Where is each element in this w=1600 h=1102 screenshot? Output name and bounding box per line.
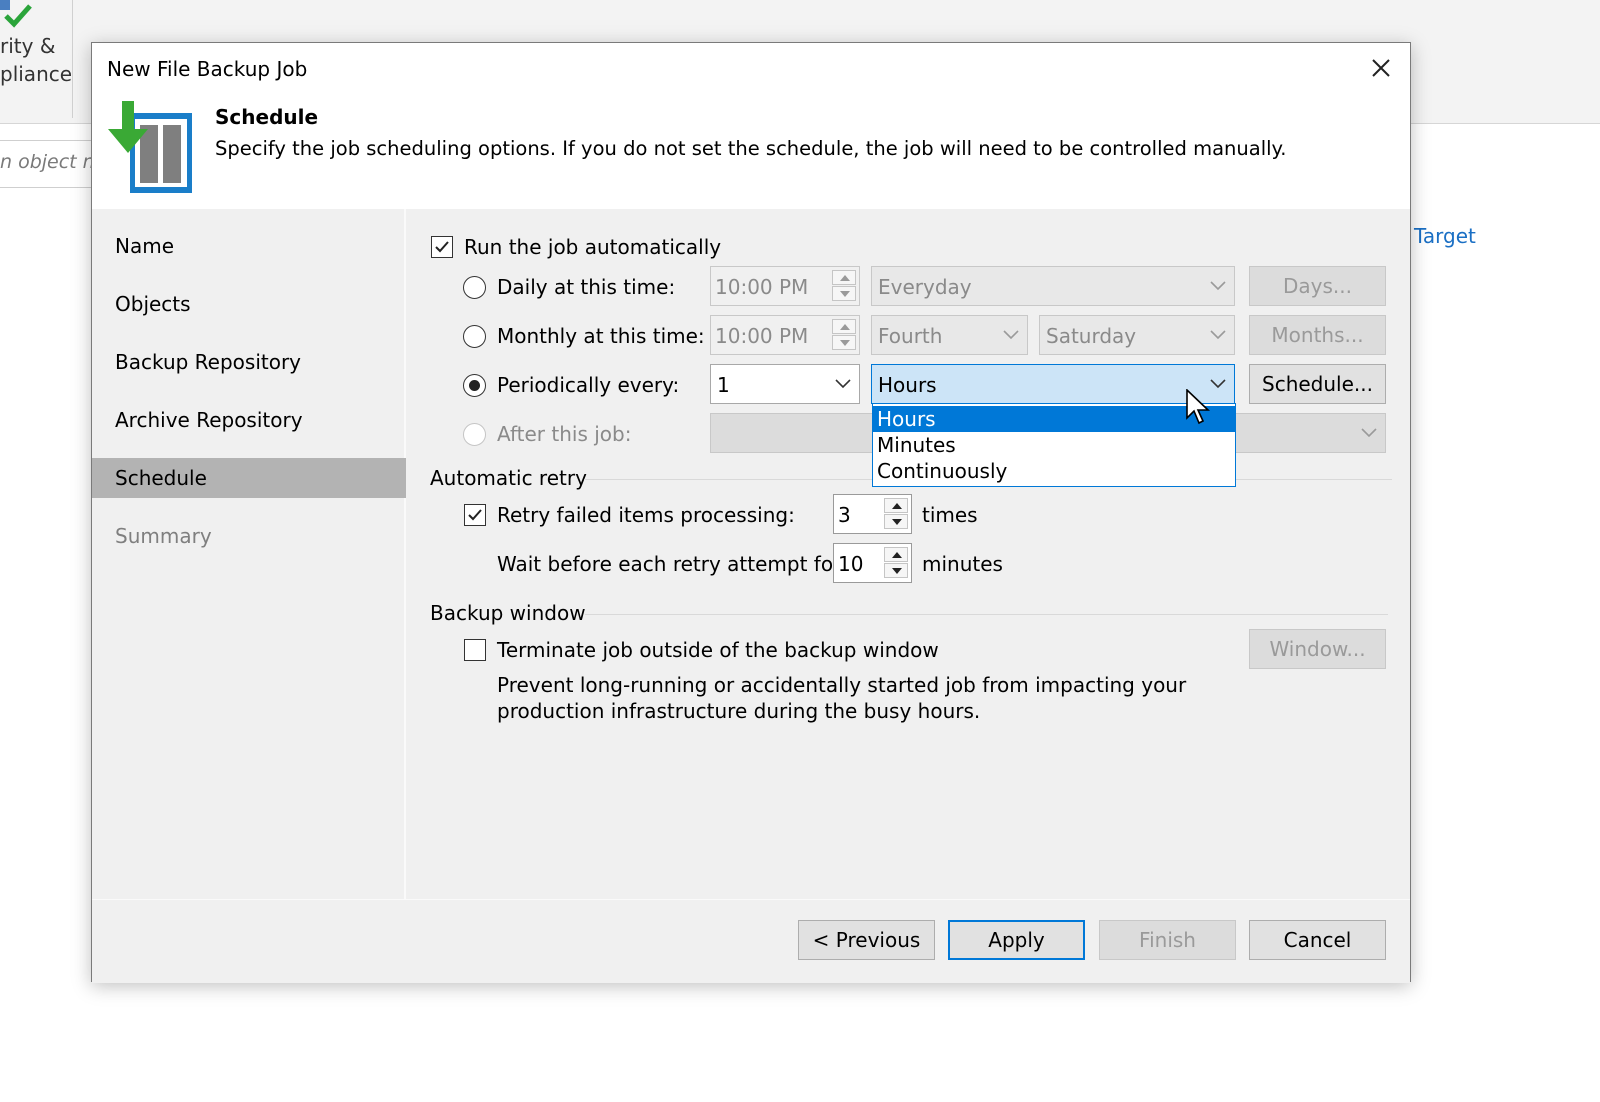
- nav-item-schedule[interactable]: Schedule: [92, 458, 406, 498]
- dialog-footer: < Previous Apply Finish Cancel: [92, 899, 1410, 983]
- cancel-button[interactable]: Cancel: [1249, 920, 1386, 960]
- retry-unit-label: times: [922, 503, 978, 527]
- nav-item-objects[interactable]: Objects: [92, 284, 406, 324]
- spin-up-icon: [892, 503, 902, 509]
- chevron-down-icon: [1003, 330, 1019, 340]
- file-backup-job-icon: [108, 101, 192, 193]
- daily-days-combo[interactable]: Everyday: [871, 266, 1235, 306]
- window-button[interactable]: Window...: [1249, 629, 1386, 669]
- backup-window-description-line2: production infrastructure during the bus…: [497, 699, 981, 723]
- run-automatically-checkbox[interactable]: [431, 236, 453, 258]
- retry-count-spinner[interactable]: [884, 498, 908, 530]
- retry-failed-label: Retry failed items processing:: [497, 503, 795, 527]
- new-file-backup-job-dialog: New File Backup Job Schedule Specify the…: [91, 42, 1411, 983]
- spin-down-icon: [840, 340, 850, 346]
- header-description: Specify the job scheduling options. If y…: [215, 137, 1287, 160]
- chevron-down-icon: [1210, 379, 1226, 389]
- monthly-label: Monthly at this time:: [497, 324, 705, 348]
- schedule-button[interactable]: Schedule...: [1249, 364, 1386, 404]
- checkmark-icon: [435, 241, 449, 253]
- dialog-titlebar: New File Backup Job: [92, 43, 1410, 91]
- run-automatically-label: Run the job automatically: [464, 235, 722, 259]
- retry-failed-checkbox[interactable]: [464, 504, 486, 526]
- days-button[interactable]: Days...: [1249, 266, 1386, 306]
- monthly-week-combo[interactable]: Fourth: [871, 315, 1028, 355]
- retry-count-stepper[interactable]: 3: [833, 494, 912, 534]
- wizard-nav: Name Objects Backup Repository Archive R…: [92, 209, 406, 899]
- spin-up-icon: [892, 552, 902, 558]
- daily-label: Daily at this time:: [497, 275, 676, 299]
- spin-down-icon: [892, 519, 902, 525]
- terminate-job-checkbox[interactable]: [464, 639, 486, 661]
- periodically-radio[interactable]: [463, 374, 486, 397]
- previous-button[interactable]: < Previous: [798, 920, 935, 960]
- daily-radio[interactable]: [463, 276, 486, 299]
- background-target-link[interactable]: Target: [1414, 224, 1476, 248]
- monthly-radio[interactable]: [463, 325, 486, 348]
- chevron-down-icon: [1210, 281, 1226, 291]
- group-divider: [585, 614, 1388, 615]
- nav-item-archive-repository[interactable]: Archive Repository: [92, 400, 406, 440]
- backup-window-group-label: Backup window: [430, 601, 586, 625]
- monthly-time-field[interactable]: 10:00 PM: [710, 315, 860, 355]
- chevron-down-icon: [835, 379, 851, 389]
- automatic-retry-group-label: Automatic retry: [430, 466, 587, 490]
- nav-item-summary[interactable]: Summary: [92, 516, 406, 556]
- dropdown-option-minutes[interactable]: Minutes: [873, 432, 1235, 458]
- mouse-cursor-icon: [1186, 389, 1210, 425]
- monthly-day-combo[interactable]: Saturday: [1039, 315, 1235, 355]
- nav-item-name[interactable]: Name: [92, 226, 406, 266]
- daily-time-spinner[interactable]: [832, 270, 856, 302]
- dropdown-option-hours[interactable]: Hours: [873, 406, 1235, 432]
- wait-minutes-stepper[interactable]: 10: [833, 543, 912, 583]
- dialog-header: Schedule Specify the job scheduling opti…: [92, 91, 1410, 209]
- background-search-input[interactable]: n object n: [0, 140, 95, 188]
- periodically-label: Periodically every:: [497, 373, 680, 397]
- radio-selected-dot: [468, 379, 480, 391]
- terminate-job-label: Terminate job outside of the backup wind…: [497, 638, 939, 662]
- wait-minutes-spinner[interactable]: [884, 547, 908, 579]
- ribbon-button-label[interactable]: rity & pliance: [0, 32, 72, 88]
- close-icon: [1372, 59, 1390, 77]
- spin-down-icon: [892, 568, 902, 574]
- unit-dropdown-list: Hours Minutes Continuously: [872, 403, 1236, 487]
- spin-up-icon: [840, 324, 850, 330]
- backup-window-description-line1: Prevent long-running or accidentally sta…: [497, 673, 1187, 697]
- dialog-title: New File Backup Job: [107, 57, 308, 81]
- dropdown-option-continuously[interactable]: Continuously: [873, 458, 1235, 484]
- finish-button[interactable]: Finish: [1099, 920, 1236, 960]
- security-compliance-icon[interactable]: [0, 0, 34, 30]
- checkmark-icon: [468, 509, 482, 521]
- apply-button[interactable]: Apply: [948, 920, 1085, 960]
- months-button[interactable]: Months...: [1249, 315, 1386, 355]
- spin-up-icon: [840, 275, 850, 281]
- wait-unit-label: minutes: [922, 552, 1003, 576]
- periodically-unit-combo[interactable]: Hours: [871, 364, 1235, 404]
- daily-time-field[interactable]: 10:00 PM: [710, 266, 860, 306]
- periodically-value-combo[interactable]: 1: [710, 364, 860, 404]
- after-job-radio[interactable]: [463, 423, 486, 446]
- chevron-down-icon: [1361, 428, 1377, 438]
- ribbon-separator: [72, 0, 73, 118]
- after-job-label: After this job:: [497, 422, 632, 446]
- header-title: Schedule: [215, 105, 319, 129]
- monthly-time-spinner[interactable]: [832, 319, 856, 351]
- chevron-down-icon: [1210, 330, 1226, 340]
- close-button[interactable]: [1364, 51, 1398, 85]
- schedule-content: Run the job automatically Daily at this …: [408, 209, 1410, 899]
- spin-down-icon: [840, 291, 850, 297]
- wait-retry-label: Wait before each retry attempt for:: [497, 552, 848, 576]
- nav-item-backup-repository[interactable]: Backup Repository: [92, 342, 406, 382]
